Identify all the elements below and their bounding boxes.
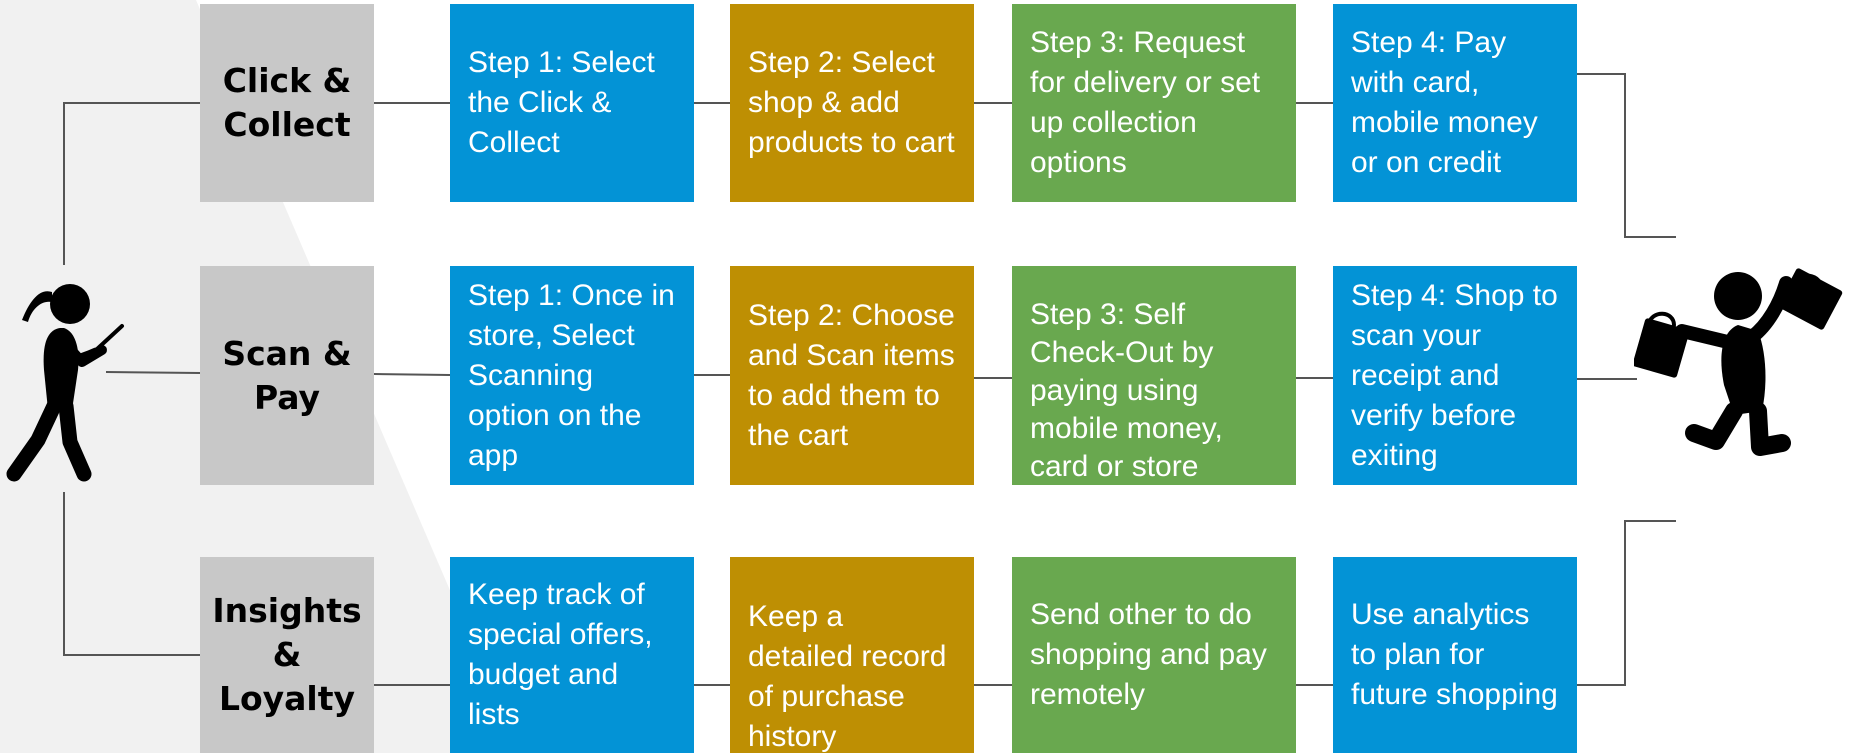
row1-step2-box: Step 2: Select shop & add products to ca…: [730, 4, 974, 202]
row3-step1-box: Keep track of special offers, budget and…: [450, 557, 694, 753]
person-with-shopping-bags-icon: [1634, 268, 1843, 456]
row3-step4-box: Use analytics to plan for future shoppin…: [1333, 557, 1577, 753]
row1-step4-box: Step 4: Pay with card, mobile money or o…: [1333, 4, 1577, 202]
row1-step3-box: Step 3: Request for delivery or set up c…: [1012, 4, 1296, 202]
row2-step3-box: Step 3: Self Check-Out by paying using m…: [1012, 266, 1296, 485]
category-click-collect: Click & Collect: [200, 4, 374, 202]
row3-step3-box: Send other to do shopping and pay remote…: [1012, 557, 1296, 753]
person-using-phone-icon: [6, 284, 124, 482]
row2-step2-box: Step 2: Choose and Scan items to add the…: [730, 266, 974, 485]
category-scan-pay: Scan & Pay: [200, 266, 374, 485]
category-insights-loyalty: Insights & Loyalty: [200, 557, 374, 753]
row2-step1-box: Step 1: Once in store, Select Scanning o…: [450, 266, 694, 485]
row2-step4-box: Step 4: Shop to scan your receipt and ve…: [1333, 266, 1577, 485]
row3-step2-box: Keep a detailed record of purchase histo…: [730, 557, 974, 753]
row1-step1-box: Step 1: Select the Click & Collect: [450, 4, 694, 202]
